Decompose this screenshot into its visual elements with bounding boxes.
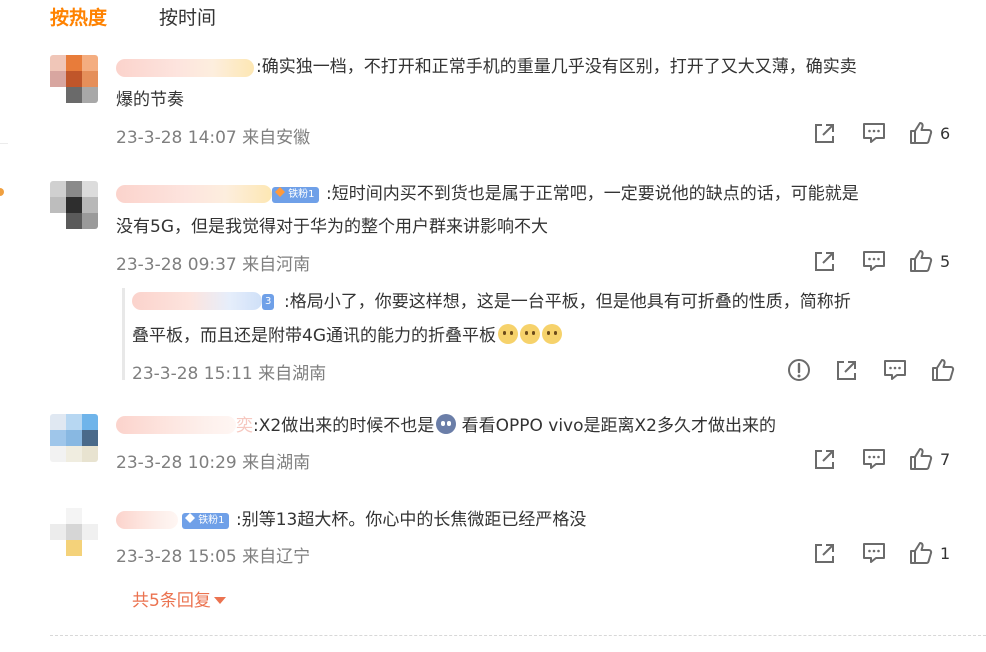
username[interactable] [116,59,254,77]
fan-badge[interactable]: 铁粉1 [182,513,229,529]
comment-text: :别等13超大杯。你心中的长焦微距已经严格没 [236,510,587,530]
like-count: 5 [940,252,951,271]
username[interactable] [116,511,178,529]
username[interactable] [116,185,272,203]
comment-text-body: :X2做出来的时候不也是 [253,416,435,436]
share-icon[interactable] [812,248,838,274]
thumbs-up-icon[interactable] [908,120,934,146]
badge-label: 铁粉1 [288,189,315,200]
thumbs-up-icon[interactable] [908,248,934,274]
comment-text: :短时间内买不到货也是属于正常吧，一定要说他的缺点的话，可能就是 [326,184,859,204]
reply-indent-bar [122,288,125,380]
scared-emoji-icon [436,414,457,434]
comment-meta: 23-3-28 14:07 来自安徽 [116,128,311,148]
comment-text: :确实独一档，不打开和正常手机的重量几乎没有区别，打开了又大又薄，确实卖 [256,57,857,77]
comment-icon[interactable] [882,357,908,383]
comment-icon[interactable] [861,248,887,274]
caret-down-icon [213,597,226,604]
thumbs-up-icon[interactable] [930,357,956,383]
like-count: 1 [940,544,951,563]
comment-icon[interactable] [861,540,887,566]
page-edge-line [0,143,8,144]
comment-icon[interactable] [861,446,887,472]
share-icon[interactable] [812,540,838,566]
comment-text-body: 叠平板，而且还是附带4G通讯的能力的折叠平板 [132,326,496,346]
comment-text: 叠平板，而且还是附带4G通讯的能力的折叠平板 [132,320,562,353]
comment-meta: 23-3-28 10:29 来自湖南 [116,453,311,473]
fan-badge[interactable]: 铁粉1 [272,187,319,203]
avatar[interactable] [50,508,98,556]
avatar[interactable] [50,55,98,103]
page-edge-marker [0,188,4,196]
like-count: 6 [940,124,951,143]
comment-text: 奕:X2做出来的时候不也是 看看OPPO vivo是距离X2多久才做出来的 [236,410,776,443]
comment-text-body: 看看OPPO vivo是距离X2多久才做出来的 [456,416,776,436]
comment-text: 没有5G，但是我觉得对于华为的整个用户群来讲影响不大 [116,217,548,237]
more-replies-link[interactable]: 共5条回复 [132,586,226,611]
comment-meta: 23-3-28 15:11 来自湖南 [132,364,327,384]
more-replies-label: 共5条回复 [132,591,211,611]
comment-text: 爆的节奏 [116,90,184,110]
avatar[interactable] [50,414,98,462]
comment-meta: 23-3-28 15:05 来自辽宁 [116,547,311,567]
comment-icon[interactable] [861,120,887,146]
tab-sort-hot[interactable]: 按热度 [50,3,107,30]
thumbs-up-icon[interactable] [908,540,934,566]
report-icon[interactable] [786,357,812,383]
tab-sort-time[interactable]: 按时间 [159,3,216,30]
share-icon[interactable] [834,357,860,383]
username[interactable] [132,292,262,310]
share-icon[interactable] [812,446,838,472]
username[interactable] [116,416,236,434]
fan-badge-icon [275,187,285,197]
doge-emoji-icon [542,324,562,344]
thumbs-up-icon[interactable] [908,446,934,472]
fan-badge[interactable]: 3 [262,294,275,310]
avatar[interactable] [50,181,98,229]
fan-badge-icon [185,513,195,523]
like-count: 7 [940,450,951,469]
comment-meta: 23-3-28 09:37 来自河南 [116,255,311,275]
username-fragment: 奕 [236,416,253,436]
badge-label: 铁粉1 [198,515,225,526]
badge-label: 3 [265,296,272,307]
divider [50,635,986,636]
doge-emoji-icon [498,324,518,344]
share-icon[interactable] [812,120,838,146]
doge-emoji-icon [520,324,540,344]
comment-text: :格局小了，你要这样想，这是一台平板，但是他具有可折叠的性质，简称折 [284,292,851,312]
